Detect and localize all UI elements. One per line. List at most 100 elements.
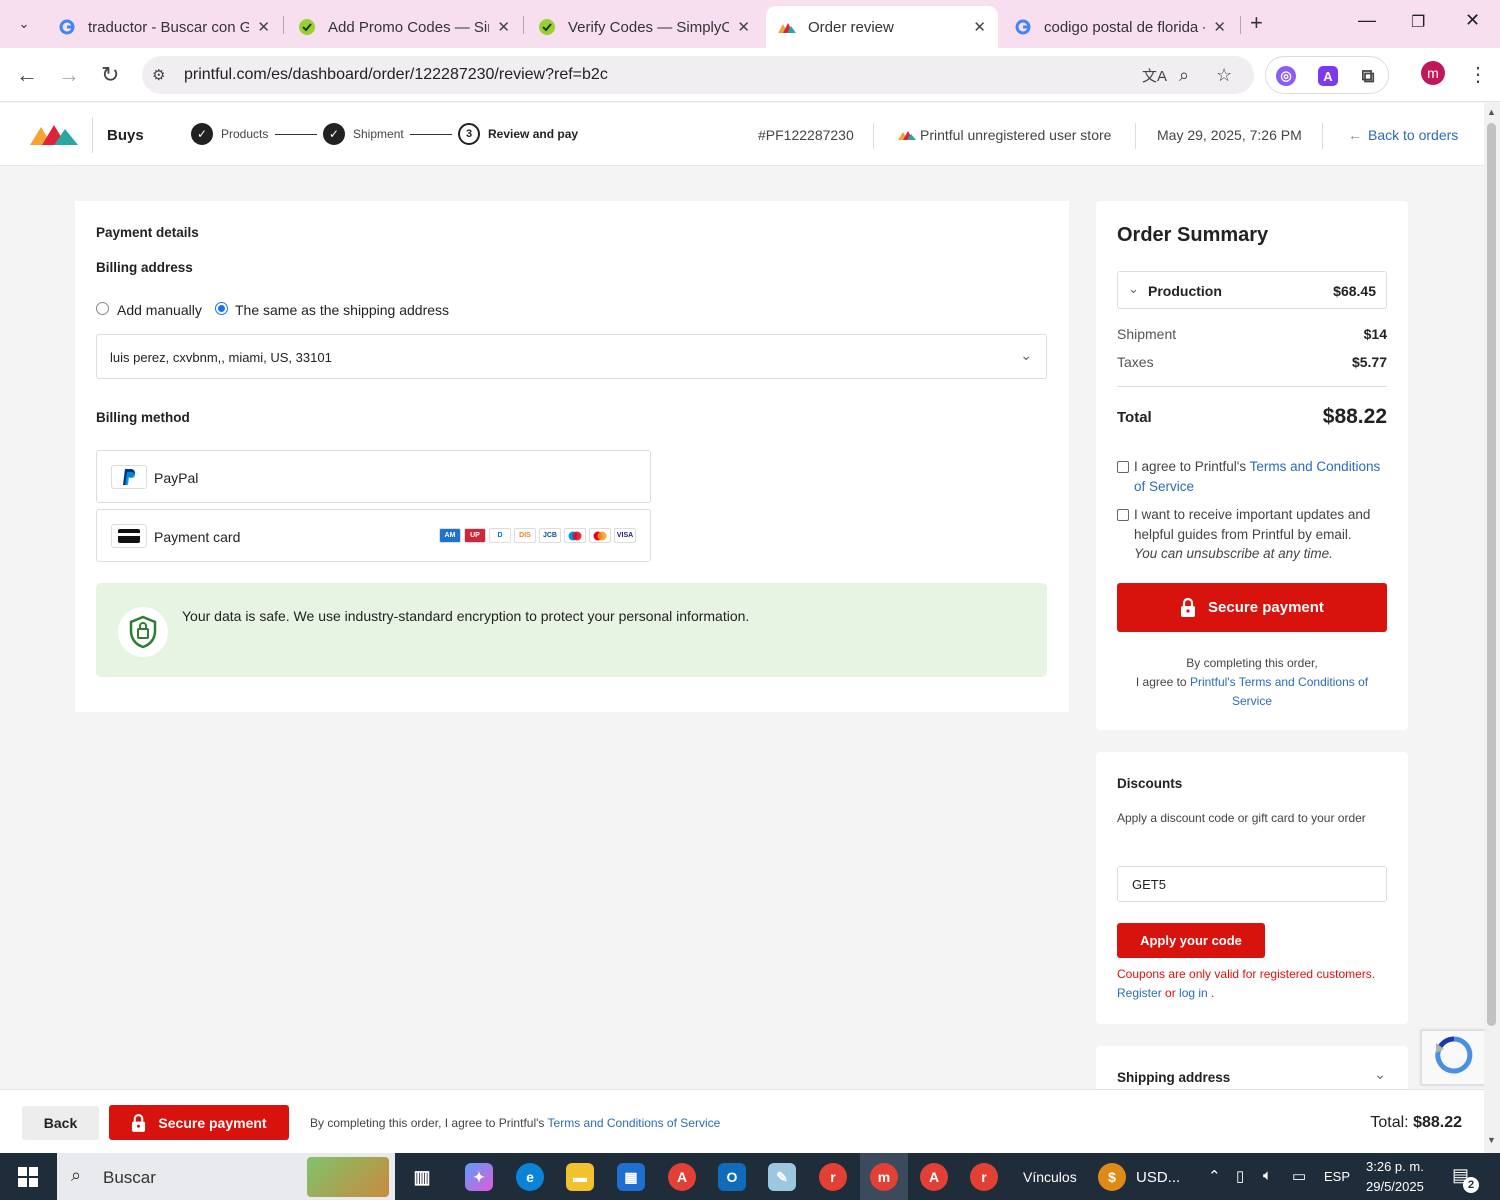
store-icon[interactable]: ▦ [617,1163,645,1191]
page-scrollbar[interactable]: ▲ ▼ [1484,103,1500,1153]
login-link[interactable]: log in [1179,986,1208,1000]
brand-name: Buys [107,127,144,144]
currency-widget[interactable]: USD... [1136,1169,1180,1186]
simplycodes-icon [298,18,316,36]
clock-date[interactable]: 29/5/2025 [1366,1179,1424,1194]
agree-terms-checkbox[interactable] [1117,461,1129,473]
radio-same-as-shipping[interactable] [215,302,228,315]
google-icon [1014,18,1032,36]
address-bar[interactable]: ⚙ printful.com/es/dashboard/order/122287… [142,56,1254,94]
scrollbar-thumb[interactable] [1487,123,1496,1026]
currency-widget-icon[interactable]: $ [1098,1163,1126,1191]
translate-icon[interactable]: 文A [1142,65,1167,86]
notepad-icon[interactable]: ✎ [768,1163,796,1191]
billing-method-paypal[interactable]: PayPal [96,450,651,503]
extension-swirl-icon[interactable]: ◎ [1276,66,1296,86]
email-updates-label: I want to receive important updates and … [1134,507,1371,561]
terms-link[interactable]: Terms and Conditions of Service [548,1116,721,1130]
total-row: Total $88.22 [1117,405,1387,428]
payment-details-title: Payment details [96,225,199,240]
browser-tab-strip: ⌄ traductor - Buscar con Go ✕ Add Promo … [0,0,1500,48]
forward-arrow-icon[interactable]: → [58,62,80,88]
tab-order-review[interactable]: Order review ✕ [766,6,998,48]
bookmark-star-icon[interactable]: ☆ [1216,65,1232,86]
copilot-icon[interactable]: ✦ [465,1163,493,1191]
tab-search-chevron-icon[interactable]: ⌄ [12,12,36,36]
zoom-icon[interactable]: ⌕ [1179,65,1189,86]
task-view-icon[interactable]: ▥ [408,1163,436,1191]
billing-address-select[interactable]: luis perez, cxvbnm,, miami, US, 33101 ⌄ [96,334,1047,379]
card-brand-logos: AM UP D DIS JCB VISA [439,528,636,543]
production-toggle[interactable]: ⌄ Production $68.45 [1117,271,1387,309]
back-button[interactable]: Back [22,1106,99,1140]
profile-avatar[interactable]: m [1421,61,1445,85]
discover-icon: DIS [514,528,536,543]
order-date: May 29, 2025, 7:26 PM [1157,127,1302,143]
taskbar-links[interactable]: Vínculos [1023,1169,1077,1185]
clock-time[interactable]: 3:26 p. m. [1366,1159,1424,1174]
search-highlight-image[interactable] [307,1157,389,1197]
chrome-profile-a2-icon[interactable]: A [920,1163,948,1191]
apply-code-button[interactable]: Apply your code [1117,923,1265,958]
battery-icon[interactable]: ▯ [1236,1167,1244,1185]
shipping-address-card[interactable]: Shipping address ⌄ [1096,1046,1408,1090]
close-icon[interactable]: ✕ [497,18,510,36]
tray-chevron-up-icon[interactable]: ⌃ [1208,1167,1221,1185]
window-close-icon[interactable]: ✕ [1465,10,1480,31]
chrome-profile-m-icon[interactable]: m [870,1163,898,1191]
recaptcha-icon [1435,1036,1473,1074]
close-icon[interactable]: ✕ [973,18,986,36]
windows-start-icon[interactable] [18,1167,38,1192]
google-icon [58,18,76,36]
tab-codigo-postal[interactable]: codigo postal de florida - ✕ [1002,6,1238,48]
billing-method-payment-card[interactable]: Payment card AM UP D DIS JCB VISA [96,509,651,562]
extensions-group: ◎ A ⧉ [1265,56,1389,94]
tab-add-promo-codes[interactable]: Add Promo Codes — Simp ✕ [286,6,522,48]
extensions-puzzle-icon[interactable]: ⧉ [1358,66,1378,86]
radio-add-manually[interactable] [96,302,109,315]
outlook-icon[interactable]: O [718,1163,746,1191]
extension-a-icon[interactable]: A [1318,66,1338,86]
close-icon[interactable]: ✕ [257,18,270,36]
minimize-icon[interactable]: — [1358,10,1376,31]
discounts-description: Apply a discount code or gift card to yo… [1117,811,1366,825]
chrome-profile-r-icon[interactable]: r [819,1163,847,1191]
input-language[interactable]: ESP [1324,1169,1350,1184]
step-products[interactable]: ✓ Products [191,123,268,145]
printful-logo[interactable] [30,123,78,150]
browser-menu-icon[interactable]: ⋮ [1468,62,1488,87]
back-to-orders-link[interactable]: ← Back to orders [1348,127,1458,143]
visa-icon: VISA [614,528,636,543]
volume-icon[interactable]: 🔈︎ [1263,1167,1272,1184]
chrome-profile-a-icon[interactable]: A [668,1163,696,1191]
tab-verify-codes[interactable]: Verify Codes — SimplyCo ✕ [526,6,762,48]
radio-same-as-shipping-label[interactable]: The same as the shipping address [235,302,449,318]
network-icon[interactable]: ▭ [1292,1167,1306,1185]
recaptcha-badge[interactable] [1421,1030,1485,1085]
file-explorer-icon[interactable]: ▬ [566,1163,594,1191]
new-tab-plus-icon[interactable]: + [1250,10,1263,36]
radio-add-manually-label[interactable]: Add manually [117,302,202,318]
site-info-icon[interactable]: ⚙ [152,66,165,84]
payment-details-panel: Payment details Billing address Add manu… [75,201,1069,712]
restore-icon[interactable]: ❐ [1411,12,1425,32]
register-link[interactable]: Register [1117,986,1162,1000]
reload-icon[interactable]: ↻ [101,62,119,88]
close-icon[interactable]: ✕ [1213,18,1226,36]
terms-link[interactable]: Printful's Terms and Conditions of Servi… [1190,675,1368,708]
url-text[interactable]: printful.com/es/dashboard/order/12228723… [184,66,608,84]
edge-icon[interactable]: e [516,1163,544,1191]
discounts-title: Discounts [1117,776,1183,791]
chrome-profile-r2-icon[interactable]: r [970,1163,998,1191]
email-updates-checkbox[interactable] [1117,509,1129,521]
agree-terms-label: I agree to Printful's Terms and Conditio… [1134,459,1381,494]
close-icon[interactable]: ✕ [737,18,750,36]
taskbar-search-box[interactable]: ⌕ Buscar [57,1153,395,1200]
printful-icon [898,131,916,140]
back-arrow-icon[interactable]: ← [16,62,38,88]
secure-payment-button[interactable]: Secure payment [1117,583,1387,632]
secure-payment-button-bottom[interactable]: Secure payment [109,1105,289,1140]
step-shipment[interactable]: ✓ Shipment [323,123,404,145]
discount-code-input[interactable] [1117,866,1387,902]
tab-traductor[interactable]: traductor - Buscar con Go ✕ [46,6,282,48]
